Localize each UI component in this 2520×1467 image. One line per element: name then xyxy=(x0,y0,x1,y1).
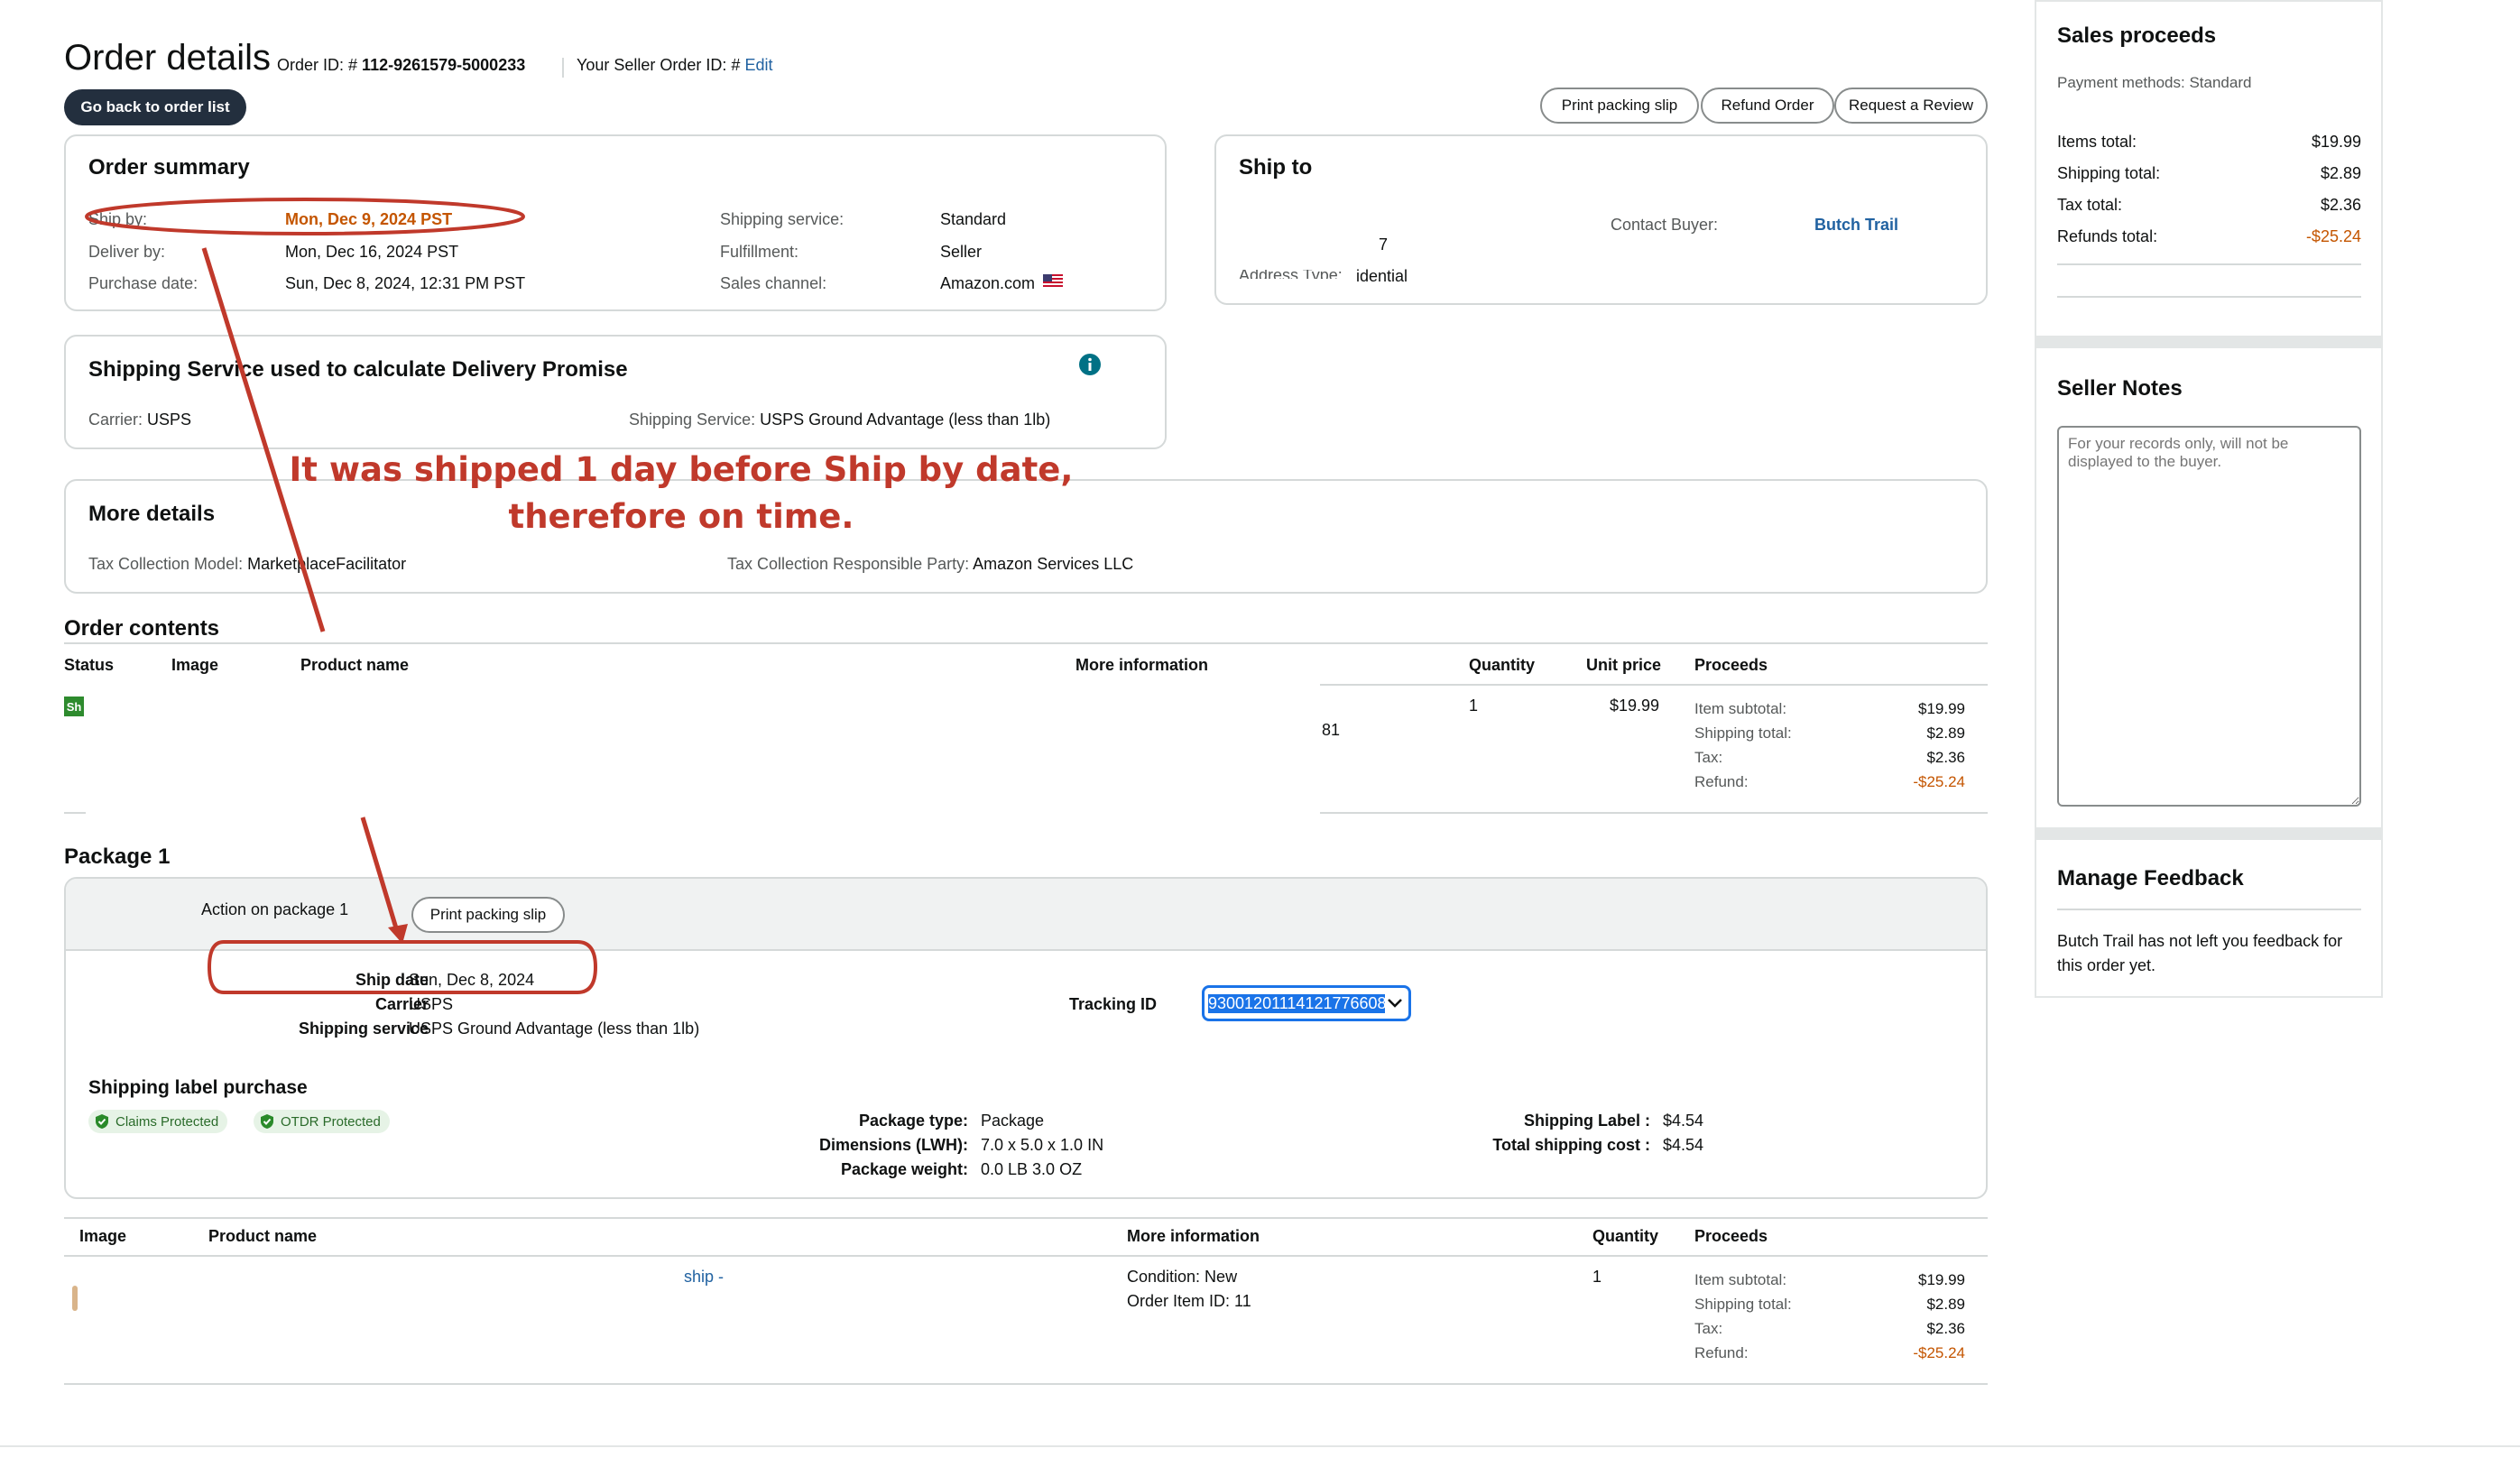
ship-by-highlight-oval xyxy=(85,198,525,235)
annotation-arrow-line-upper xyxy=(201,247,326,632)
annotation-arrow-line-lower xyxy=(360,817,400,932)
ship-date-highlight-outline xyxy=(207,940,598,994)
annotation-overlay xyxy=(85,198,598,994)
